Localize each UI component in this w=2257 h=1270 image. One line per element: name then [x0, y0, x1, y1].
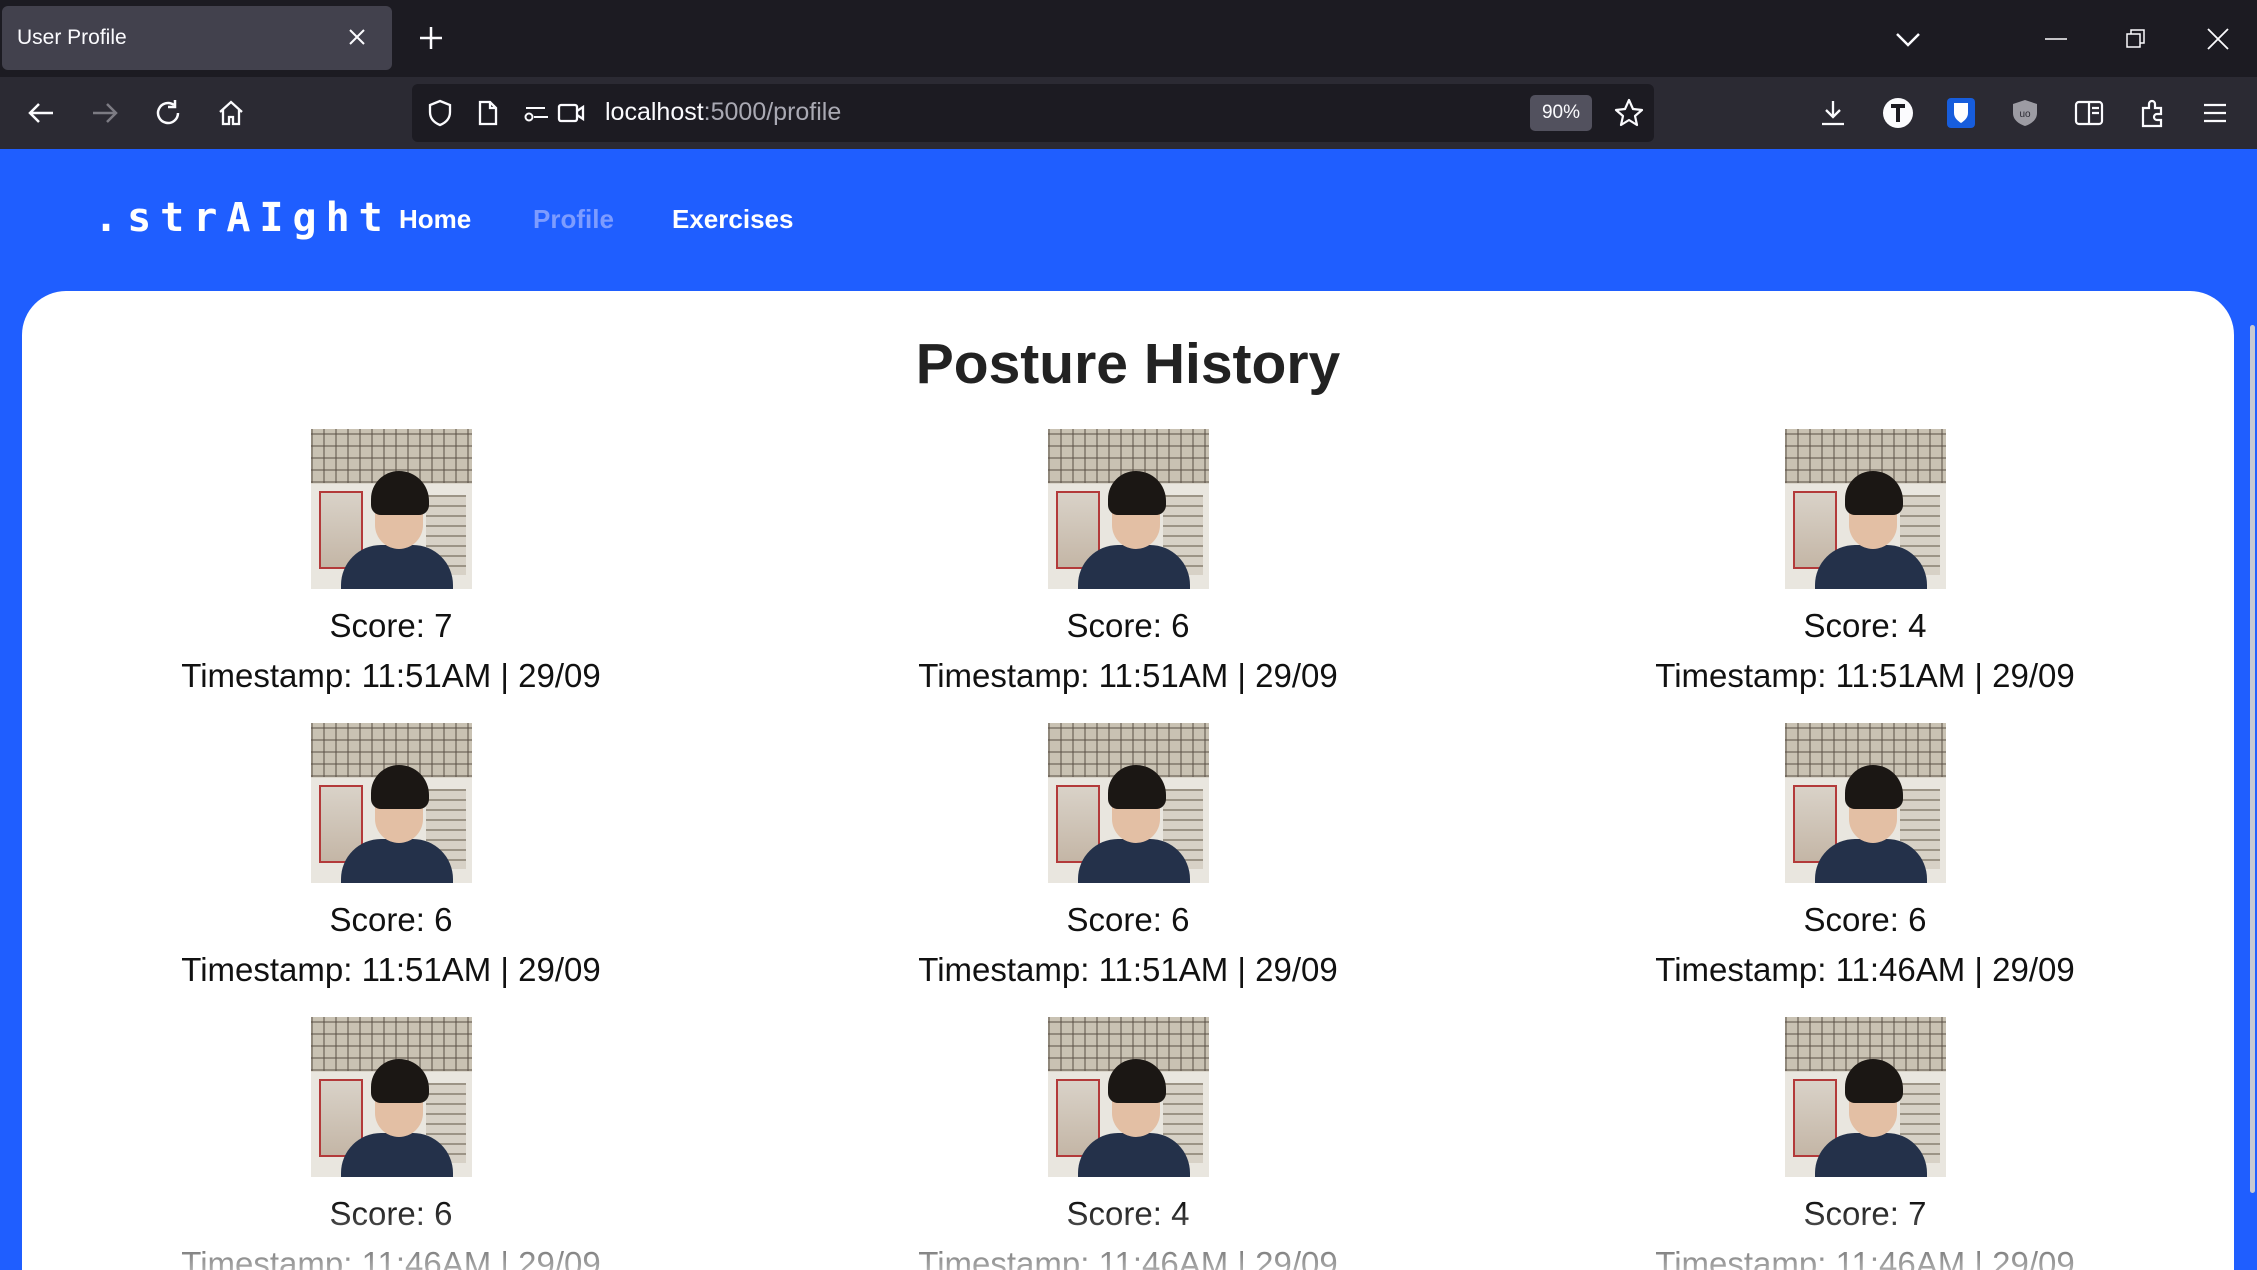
- history-grid: Score: 7 Timestamp: 11:51AM | 29/09 Score:…: [22, 429, 2234, 1270]
- posture-snapshot-image[interactable]: [1047, 723, 1209, 883]
- entry-score: Score: 6: [329, 901, 453, 938]
- posture-snapshot-image[interactable]: [310, 1017, 472, 1177]
- scrollbar[interactable]: [2250, 325, 2255, 1193]
- shield-icon[interactable]: [423, 96, 457, 130]
- close-window-icon[interactable]: [2197, 18, 2239, 60]
- history-entry: Score: 6 Timestamp: 11:46AM | 29/09: [1497, 723, 2234, 1017]
- url-bar[interactable]: localhost:5000/profile 90%: [412, 84, 1654, 142]
- entry-score: Score: 6: [1066, 607, 1190, 644]
- sidebar-icon[interactable]: [2066, 90, 2112, 136]
- svg-text:uo: uo: [2019, 109, 2031, 120]
- page-viewport: .strAIght Home Profile Exercises Posture…: [0, 149, 2257, 1270]
- bookmark-star-icon[interactable]: [1611, 95, 1647, 131]
- posture-snapshot-image[interactable]: [310, 429, 472, 589]
- posture-snapshot-image[interactable]: [1784, 723, 1946, 883]
- history-entry: Score: 7 Timestamp: 11:51AM | 29/09: [23, 429, 760, 723]
- entry-timestamp: Timestamp: 11:51AM | 29/09: [918, 657, 1338, 694]
- entry-score: Score: 4: [1066, 1195, 1190, 1232]
- close-tab-icon[interactable]: [340, 20, 374, 54]
- history-entry: Score: 4 Timestamp: 11:46AM | 29/09: [760, 1017, 1497, 1270]
- camera-icon[interactable]: [554, 96, 588, 130]
- history-entry: Score: 7 Timestamp: 11:46AM | 29/09: [1497, 1017, 2234, 1270]
- zoom-indicator[interactable]: 90%: [1530, 95, 1592, 131]
- posture-snapshot-image[interactable]: [1784, 429, 1946, 589]
- extension-t-icon[interactable]: [1875, 90, 1921, 136]
- history-entry: Score: 4 Timestamp: 11:51AM | 29/09: [1497, 429, 2234, 723]
- entry-timestamp: Timestamp: 11:51AM | 29/09: [181, 951, 601, 988]
- ublock-shield-icon[interactable]: uo: [2002, 90, 2048, 136]
- new-tab-icon[interactable]: [412, 19, 450, 57]
- nav-link-profile[interactable]: Profile: [533, 204, 614, 235]
- posture-snapshot-image[interactable]: [1047, 429, 1209, 589]
- entry-timestamp: Timestamp: 11:51AM | 29/09: [918, 951, 1338, 988]
- url-text: localhost:5000/profile: [605, 98, 841, 127]
- entry-timestamp: Timestamp: 11:46AM | 29/09: [918, 1245, 1338, 1270]
- history-entry: Score: 6 Timestamp: 11:46AM | 29/09: [23, 1017, 760, 1270]
- bitwarden-shield-icon[interactable]: [1938, 90, 1984, 136]
- back-arrow-icon[interactable]: [18, 90, 64, 136]
- download-icon[interactable]: [1810, 90, 1856, 136]
- extensions-puzzle-icon[interactable]: [2130, 90, 2176, 136]
- minimize-icon[interactable]: [2035, 18, 2077, 60]
- home-icon[interactable]: [208, 90, 254, 136]
- url-path: :5000/profile: [703, 98, 842, 126]
- entry-score: Score: 6: [1066, 901, 1190, 938]
- entry-timestamp: Timestamp: 11:51AM | 29/09: [181, 657, 601, 694]
- page-title: Posture History: [915, 332, 1341, 396]
- permissions-icon[interactable]: [520, 96, 554, 130]
- nav-link-home[interactable]: Home: [399, 204, 471, 235]
- chevron-down-icon[interactable]: [1888, 20, 1928, 60]
- entry-timestamp: Timestamp: 11:46AM | 29/09: [1655, 951, 2075, 988]
- entry-score: Score: 6: [329, 1195, 453, 1232]
- tab-title: User Profile: [17, 26, 127, 49]
- page-icon[interactable]: [471, 96, 505, 130]
- menu-hamburger-icon[interactable]: [2192, 90, 2238, 136]
- entry-score: Score: 7: [1803, 1195, 1927, 1232]
- posture-snapshot-image[interactable]: [310, 723, 472, 883]
- posture-snapshot-image[interactable]: [1784, 1017, 1946, 1177]
- history-entry: Score: 6 Timestamp: 11:51AM | 29/09: [23, 723, 760, 1017]
- posture-snapshot-image[interactable]: [1047, 1017, 1209, 1177]
- history-entry: Score: 6 Timestamp: 11:51AM | 29/09: [760, 723, 1497, 1017]
- entry-timestamp: Timestamp: 11:46AM | 29/09: [1655, 1245, 2075, 1270]
- forward-arrow-icon[interactable]: [82, 90, 128, 136]
- nav-link-exercises[interactable]: Exercises: [672, 204, 793, 235]
- url-host: localhost: [605, 98, 704, 126]
- browser-tab[interactable]: User Profile: [2, 6, 392, 70]
- entry-score: Score: 6: [1803, 901, 1927, 938]
- restore-icon[interactable]: [2115, 18, 2157, 60]
- posture-history-card: Posture History Score: 7 Timestamp: 11:51…: [22, 291, 2234, 1270]
- site-logo[interactable]: .strAIght: [94, 195, 392, 241]
- browser-toolbar: localhost:5000/profile 90% uo: [0, 77, 2257, 149]
- entry-score: Score: 4: [1803, 607, 1927, 644]
- history-entry: Score: 6 Timestamp: 11:51AM | 29/09: [760, 429, 1497, 723]
- browser-tab-bar: User Profile: [0, 0, 2257, 77]
- entry-score: Score: 7: [329, 607, 453, 644]
- entry-timestamp: Timestamp: 11:46AM | 29/09: [181, 1245, 601, 1270]
- reload-icon[interactable]: [145, 90, 191, 136]
- entry-timestamp: Timestamp: 11:51AM | 29/09: [1655, 657, 2075, 694]
